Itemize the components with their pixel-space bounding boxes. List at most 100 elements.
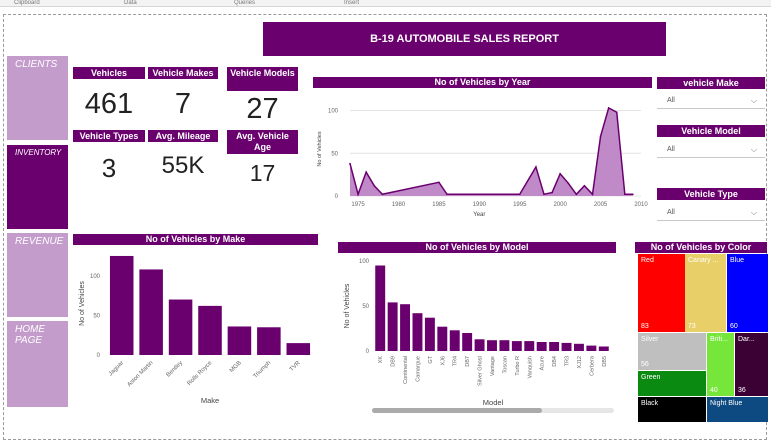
treemap-cell-count: 73	[688, 323, 696, 330]
treemap-cell-label: Briti...	[710, 336, 728, 343]
treemap-cell-blue[interactable]: Blue 60	[727, 254, 768, 332]
x-axis-label: Model	[483, 398, 504, 407]
kpi-age-label: Avg. Vehicle Age	[227, 130, 298, 154]
slicer-model-dropdown[interactable]: All ⌵	[657, 142, 765, 158]
nav-inventory-button[interactable]: INVENTORY	[7, 145, 68, 229]
slicer-model-title: Vehicle Model	[657, 125, 765, 137]
treemap-cell-silver[interactable]: Silver 56	[638, 333, 706, 370]
x-tick-label: Silver Ghost	[478, 356, 484, 386]
x-tick-label: Jaguar	[108, 360, 125, 377]
year-chart-title: No of Vehicles by Year	[313, 77, 652, 88]
data-point	[632, 193, 634, 196]
x-tick-label: DB5	[602, 356, 608, 367]
ribbon-group-data[interactable]: Data	[110, 0, 220, 6]
chevron-down-icon: ⌵	[750, 144, 757, 154]
treemap-cell-label: Black	[641, 400, 659, 407]
y-tick-label: 100	[328, 109, 339, 115]
treemap-cell-count: 83	[641, 323, 649, 330]
x-tick-label: Vantage	[490, 356, 496, 376]
bar	[139, 269, 163, 355]
ribbon-group-queries[interactable]: Queries	[220, 0, 330, 6]
kpi-mileage-label: Avg. Mileage	[148, 130, 218, 142]
y-tick-label: 50	[93, 313, 100, 319]
data-point	[575, 193, 578, 196]
kpi-vehicles-label: Vehicles	[73, 67, 145, 79]
y-tick-label: 50	[362, 304, 369, 310]
bar	[375, 265, 386, 351]
treemap-cell-label: Green	[641, 374, 661, 381]
bar	[598, 346, 609, 351]
nav-home-page-button[interactable]: HOME PAGE	[7, 321, 68, 407]
x-tick-label: Vanquish	[527, 356, 533, 379]
slicer-type-dropdown[interactable]: All ⌵	[657, 205, 765, 221]
kpi-makes-label: Vehicle Makes	[148, 67, 218, 79]
x-tick-label: Turbo R	[515, 356, 521, 376]
kpi-age-card: Avg. Vehicle Age 17	[227, 130, 298, 187]
treemap-cell-red[interactable]: Red 83	[638, 254, 685, 332]
x-tick-label: 2005	[594, 202, 608, 208]
y-tick-label: 100	[359, 259, 370, 265]
data-point	[446, 193, 448, 196]
kpi-types-card: Vehicle Types 3	[73, 130, 145, 184]
model-bar-chart[interactable]: 0 50 100 XK DB9 Continental Camargue GT XJ6 TR4 DB…	[338, 253, 616, 417]
treemap-cell-green[interactable]: Green	[638, 371, 706, 396]
x-tick-label: Camargue	[415, 356, 421, 382]
treemap-cell-british-racing-green[interactable]: Briti... 40	[707, 333, 734, 396]
color-chart-title: No of Vehicles by Color	[635, 242, 767, 253]
nav-clients-button[interactable]: CLIENTS	[7, 56, 68, 140]
scrollbar-thumb[interactable]	[372, 408, 542, 413]
y-tick-label: 0	[335, 194, 339, 200]
treemap-cell-black[interactable]: Black	[638, 397, 706, 422]
slicer-type-value: All	[667, 209, 675, 216]
data-point	[607, 107, 610, 109]
bar	[198, 305, 222, 355]
ribbon-group-clipboard[interactable]: Clipboard	[0, 0, 110, 6]
treemap-cell-night-blue[interactable]: Night Blue	[707, 397, 768, 422]
bar	[286, 343, 311, 355]
data-point	[591, 193, 594, 196]
treemap-cell-dark-purple[interactable]: Dar... 36	[735, 333, 768, 396]
slicer-make-dropdown[interactable]: All ⌵	[657, 93, 765, 109]
x-axis-label: Make	[201, 396, 219, 405]
make-bar-chart[interactable]: 0 50 100 Jaguar Aston Martin Bentley Rolls Roy…	[73, 246, 318, 408]
treemap-cell-label: Canary ...	[688, 257, 719, 264]
y-axis-label: No of Vehicles	[317, 131, 323, 166]
x-tick-label: 1995	[513, 202, 527, 208]
nav-revenue-button[interactable]: REVENUE	[7, 233, 68, 317]
data-point	[615, 111, 618, 114]
kpi-mileage-card: Avg. Mileage 55K	[148, 130, 218, 180]
slicer-model: Vehicle Model All ⌵	[657, 125, 765, 158]
slicer-make: vehicle Make All ⌵	[657, 77, 765, 109]
kpi-vehicles-value: 461	[84, 88, 134, 120]
bar	[168, 299, 193, 355]
bar	[400, 304, 411, 351]
x-tick-label: Rolls Royce	[187, 360, 214, 387]
kpi-types-label: Vehicle Types	[73, 130, 145, 142]
chevron-down-icon: ⌵	[750, 95, 757, 105]
report-title: B-19 AUTOMOBILE SALES REPORT	[263, 22, 666, 56]
x-tick-label: 1985	[432, 202, 446, 208]
nav-clients-label: CLIENTS	[15, 59, 58, 70]
color-treemap[interactable]: Red 83 Canary ... 73 Blue 60 Silver 56 Briti... 4…	[638, 254, 768, 422]
x-tick-label: XJ6	[440, 356, 446, 365]
treemap-cell-canary-yellow[interactable]: Canary ... 73	[685, 254, 726, 332]
kpi-models-label: Vehicle Models	[227, 67, 298, 91]
x-tick-label: Toscan	[502, 356, 508, 373]
x-tick-label: DB7	[465, 356, 471, 367]
data-point	[381, 193, 384, 196]
x-tick-label: Aston Martin	[126, 360, 154, 388]
bar	[573, 343, 584, 351]
data-point	[349, 162, 351, 165]
slicer-make-title: vehicle Make	[657, 77, 765, 89]
year-area-chart[interactable]: 0 50 100 1975 1980 1985 1990 1995 2000 2005 2010 Ye…	[313, 90, 653, 220]
x-tick-label: 1990	[473, 202, 487, 208]
x-tick-label: TR3	[565, 356, 571, 366]
x-tick-label: Azure	[540, 356, 546, 370]
x-tick-label: 1980	[392, 202, 406, 208]
data-point	[438, 181, 440, 184]
kpi-models-value: 27	[246, 93, 279, 125]
ribbon-group-insert[interactable]: Insert	[330, 0, 440, 6]
x-tick-label: 2010	[634, 202, 648, 208]
bar	[412, 313, 423, 351]
treemap-cell-count: 56	[641, 361, 649, 368]
